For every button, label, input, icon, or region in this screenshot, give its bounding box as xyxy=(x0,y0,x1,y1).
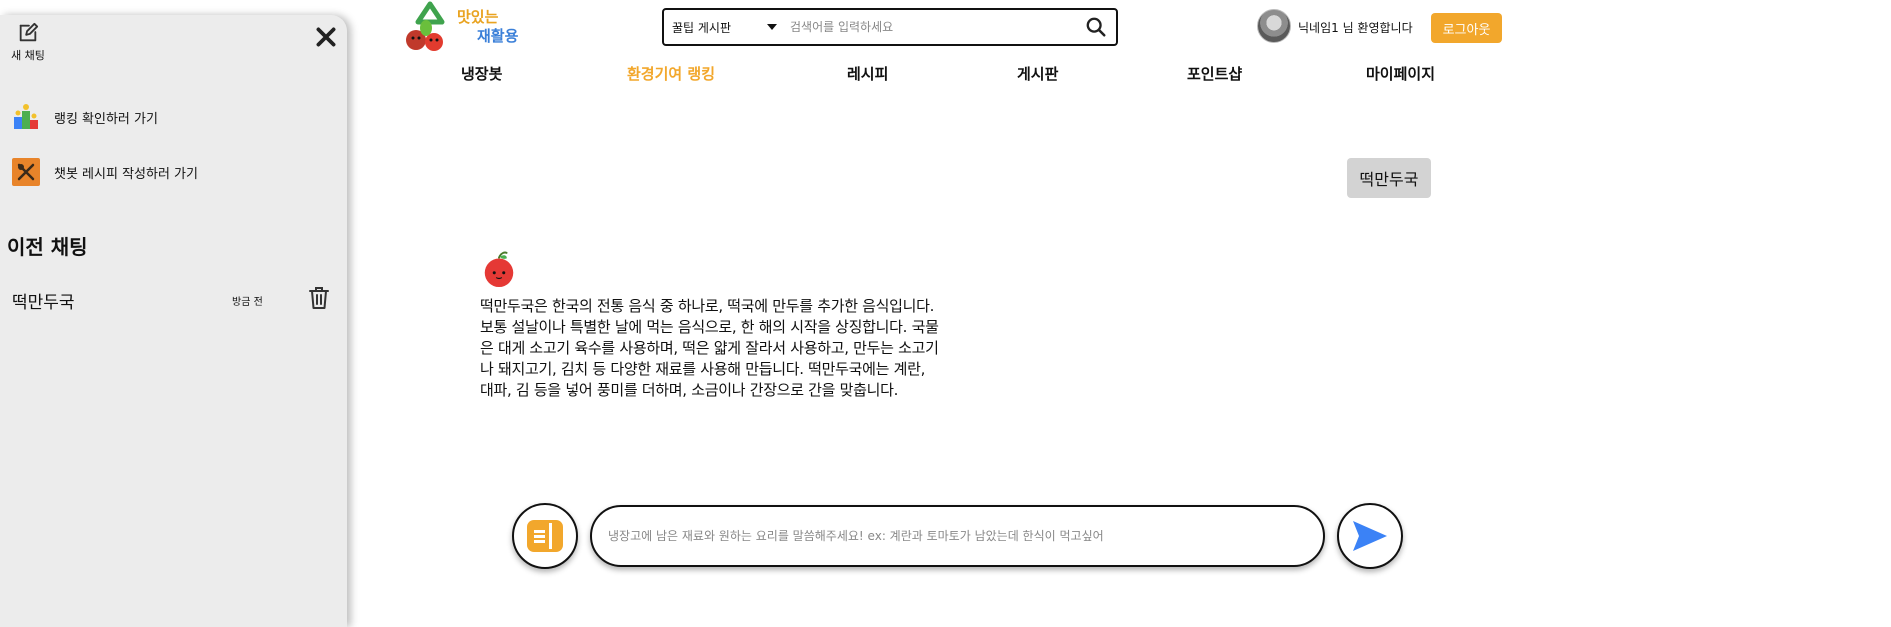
nav-item-point-shop[interactable]: 포인트샵 xyxy=(1187,63,1242,84)
ranking-podium-icon xyxy=(14,104,38,129)
nav-item-mypage[interactable]: 마이페이지 xyxy=(1366,63,1435,84)
utensils-icon xyxy=(12,158,40,186)
send-icon xyxy=(1353,521,1387,551)
bot-message: 떡만두국은 한국의 전통 음식 중 하나로, 떡국에 만두를 추가한 음식입니다… xyxy=(480,297,939,399)
search-button[interactable] xyxy=(1076,10,1116,44)
avatar[interactable] xyxy=(1257,9,1291,43)
apple-bot-icon xyxy=(484,251,514,288)
sidebar-item-ranking[interactable]: 랭킹 확인하러 가기 xyxy=(12,103,158,131)
logo-text: 맛있는 재활용 xyxy=(457,8,518,46)
welcome-text: 닉네임1 님 환영합니다 xyxy=(1298,21,1413,35)
user-message: 떡만두국 xyxy=(1347,158,1431,198)
nav-item-fridge-bot[interactable]: 냉장봇 xyxy=(461,63,502,84)
sidebar-item-label: 랭킹 확인하러 가기 xyxy=(54,111,158,127)
chat-history-item[interactable]: 떡만두국 방금 전 xyxy=(12,285,334,315)
search-bar: 꿀팁 게시판 xyxy=(662,8,1118,46)
logout-button[interactable]: 로그아웃 xyxy=(1431,13,1502,43)
chat-sidebar: 새 채팅 랭킹 확인하러 가기 챗봇 레시피 작성하러 가기 이전 채팅 떡만두… xyxy=(0,15,347,627)
chat-history-time: 방금 전 xyxy=(232,296,263,308)
search-icon xyxy=(1086,17,1106,37)
nav-item-ranking[interactable]: 환경기여 랭킹 xyxy=(627,63,715,84)
chat-history-title: 떡만두국 xyxy=(12,292,75,313)
chat-message-input[interactable] xyxy=(590,505,1325,567)
new-chat-label: 새 채팅 xyxy=(11,49,45,62)
search-category-value: 꿀팁 게시판 xyxy=(672,20,732,35)
caret-down-icon xyxy=(767,24,777,30)
edit-icon xyxy=(19,22,39,42)
logo-text-line1: 맛있는 xyxy=(457,8,499,26)
search-category-select[interactable]: 꿀팁 게시판 xyxy=(664,10,784,44)
sidebar-toggle-button[interactable] xyxy=(512,503,578,569)
previous-chats-heading: 이전 채팅 xyxy=(7,235,88,259)
page: 새 채팅 랭킹 확인하러 가기 챗봇 레시피 작성하러 가기 이전 채팅 떡만두… xyxy=(0,0,1891,627)
nav-item-board[interactable]: 게시판 xyxy=(1017,63,1058,84)
trash-icon[interactable] xyxy=(307,285,331,311)
recycle-logo-icon xyxy=(406,1,445,51)
send-button[interactable] xyxy=(1337,503,1403,569)
search-input[interactable] xyxy=(784,10,1076,44)
sidebar-item-label: 챗봇 레시피 작성하러 가기 xyxy=(54,166,198,182)
nav-item-recipe[interactable]: 레시피 xyxy=(847,63,888,84)
logo-text-line2: 재활용 xyxy=(477,27,519,45)
close-icon[interactable] xyxy=(313,24,339,50)
new-chat-button[interactable]: 새 채팅 xyxy=(8,22,48,63)
sidebar-toggle-icon xyxy=(527,520,563,552)
sidebar-item-recipe[interactable]: 챗봇 레시피 작성하러 가기 xyxy=(12,158,198,186)
